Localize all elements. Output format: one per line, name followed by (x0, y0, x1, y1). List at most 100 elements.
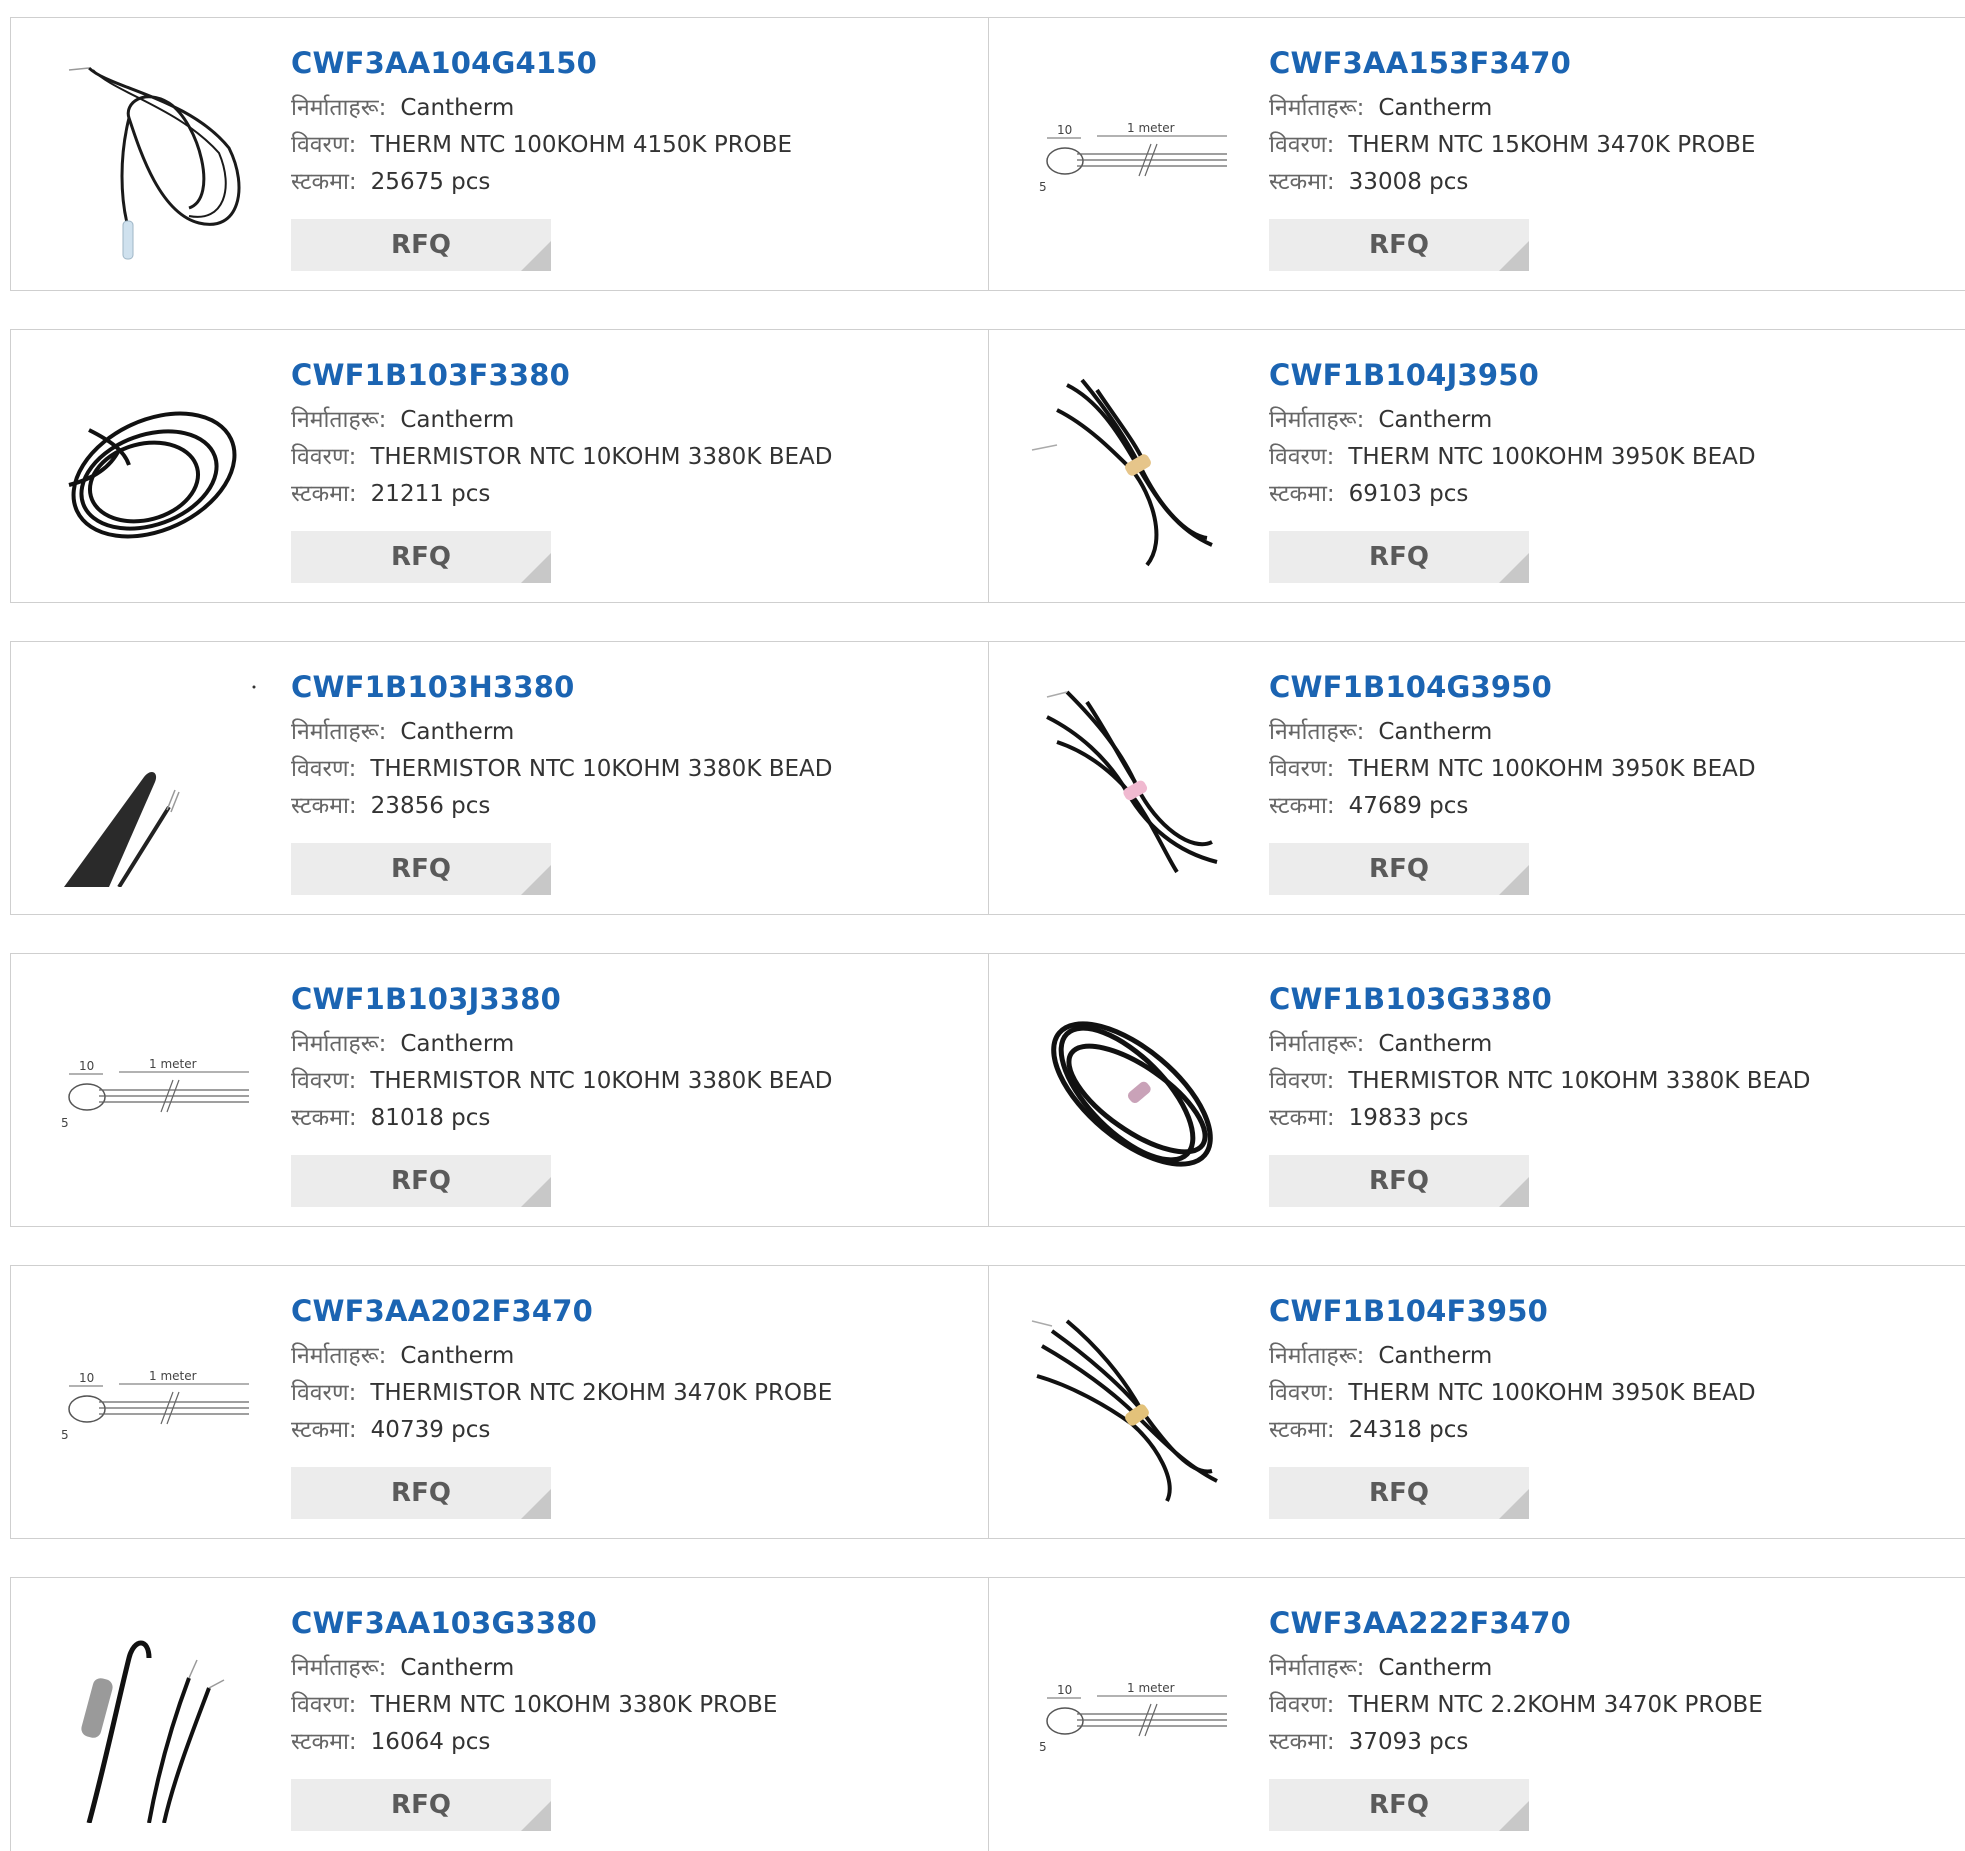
rfq-button[interactable]: RFQ (1269, 1467, 1529, 1519)
part-number-link[interactable]: CWF1B104F3950 (1269, 1294, 1756, 1328)
stock-value: 16064 pcs (370, 1729, 491, 1755)
part-number-link[interactable]: CWF1B104G3950 (1269, 670, 1756, 704)
product-image[interactable]: 10 1 meter 5 (1027, 1618, 1237, 1823)
stock-row: स्टकमा: 21211 pcs (291, 476, 832, 513)
part-number-link[interactable]: CWF3AA103G3380 (291, 1606, 777, 1640)
manufacturer-row: निर्माताहरू: Cantherm (291, 1026, 832, 1063)
manufacturer-value: Cantherm (400, 1031, 515, 1057)
stock-label: स्टकमा: (291, 169, 357, 195)
corner-triangle-icon (1499, 1177, 1529, 1207)
stock-value: 33008 pcs (1348, 169, 1469, 195)
drawing-dim-len: 1 meter (149, 1057, 197, 1071)
drawing-dim-b: 5 (1039, 1740, 1047, 1754)
product-card: CWF1B104F3950 निर्माताहरू: Cantherm विवरण… (988, 1266, 1965, 1538)
product-image[interactable] (49, 370, 259, 575)
part-number-link[interactable]: CWF1B103G3380 (1269, 982, 1810, 1016)
product-card: CWF1B104G3950 निर्माताहरू: Cantherm विवरण… (988, 642, 1965, 914)
product-image[interactable] (1027, 1306, 1237, 1511)
stock-row: स्टकमा: 23856 pcs (291, 788, 832, 825)
description-row: विवरण: THERMISTOR NTC 10KOHM 3380K BEAD (291, 439, 832, 476)
description-value: THERM NTC 2.2KOHM 3470K PROBE (1348, 1692, 1763, 1718)
stock-row: स्टकमा: 24318 pcs (1269, 1412, 1756, 1449)
product-image[interactable] (49, 1618, 259, 1824)
manufacturer-value: Cantherm (1378, 719, 1493, 745)
product-image[interactable] (1027, 682, 1237, 887)
description-row: विवरण: THERMISTOR NTC 10KOHM 3380K BEAD (291, 1063, 832, 1100)
stock-row: स्टकमा: 33008 pcs (1269, 164, 1755, 201)
stock-label: स्टकमा: (291, 1417, 357, 1443)
product-grid: CWF3AA104G4150 निर्माताहरू: Cantherm विवर… (10, 17, 1965, 1851)
description-label: विवरण: (1269, 1068, 1335, 1094)
corner-triangle-icon (521, 1489, 551, 1519)
corner-triangle-icon (521, 241, 551, 271)
manufacturer-label: निर्माताहरू: (1269, 719, 1365, 745)
rfq-label: RFQ (1369, 230, 1429, 260)
rfq-button[interactable]: RFQ (291, 531, 551, 583)
stock-row: स्टकमा: 19833 pcs (1269, 1100, 1810, 1137)
part-number-link[interactable]: CWF3AA153F3470 (1269, 46, 1755, 80)
product-image[interactable]: 10 1 meter 5 (1027, 58, 1237, 263)
part-number-link[interactable]: CWF1B103J3380 (291, 982, 832, 1016)
rfq-button[interactable]: RFQ (291, 1155, 551, 1207)
rfq-button[interactable]: RFQ (291, 843, 551, 895)
part-number-link[interactable]: CWF3AA222F3470 (1269, 1606, 1763, 1640)
rfq-button[interactable]: RFQ (291, 1467, 551, 1519)
manufacturer-value: Cantherm (400, 1655, 515, 1681)
description-label: विवरण: (1269, 444, 1335, 470)
product-card: 10 1 meter 5 CWF3AA202F3470 निर्माताहरू:… (11, 1266, 988, 1538)
description-value: THERM NTC 10KOHM 3380K PROBE (370, 1692, 778, 1718)
description-label: विवरण: (291, 1068, 357, 1094)
product-image[interactable]: 10 1 meter 5 (49, 1306, 259, 1511)
description-value: THERM NTC 100KOHM 3950K BEAD (1348, 1380, 1756, 1406)
rfq-label: RFQ (391, 1790, 451, 1820)
part-number-link[interactable]: CWF3AA104G4150 (291, 46, 792, 80)
stock-label: स्टकमा: (291, 1729, 357, 1755)
rfq-button[interactable]: RFQ (1269, 1155, 1529, 1207)
description-row: विवरण: THERMISTOR NTC 10KOHM 3380K BEAD (1269, 1063, 1810, 1100)
stock-label: स्टकमा: (291, 1105, 357, 1131)
stock-label: स्टकमा: (1269, 481, 1335, 507)
part-number-link[interactable]: CWF1B103H3380 (291, 670, 832, 704)
product-image[interactable]: 10 1 meter 5 (49, 994, 259, 1199)
product-card: CWF1B103H3380 निर्माताहरू: Cantherm विवरण… (11, 642, 988, 914)
product-card: 10 1 meter 5 CWF1B103J3380 निर्माताहरू: C… (11, 954, 988, 1226)
corner-triangle-icon (521, 1801, 551, 1831)
description-value: THERM NTC 100KOHM 3950K BEAD (1348, 756, 1756, 782)
stock-label: स्टकमा: (291, 793, 357, 819)
product-info: CWF3AA222F3470 निर्माताहरू: Cantherm विवर… (1269, 1606, 1763, 1761)
drawing-dim-b: 5 (61, 1428, 69, 1442)
stock-value: 40739 pcs (370, 1417, 491, 1443)
rfq-label: RFQ (391, 542, 451, 572)
product-image[interactable] (1027, 370, 1237, 575)
part-number-link[interactable]: CWF1B104J3950 (1269, 358, 1756, 392)
part-number-link[interactable]: CWF3AA202F3470 (291, 1294, 832, 1328)
manufacturer-row: निर्माताहरू: Cantherm (1269, 402, 1756, 439)
stock-label: स्टकमा: (1269, 169, 1335, 195)
product-image[interactable] (49, 58, 259, 263)
manufacturer-label: निर्माताहरू: (1269, 407, 1365, 433)
description-label: विवरण: (1269, 132, 1335, 158)
manufacturer-value: Cantherm (1378, 407, 1493, 433)
rfq-button[interactable]: RFQ (1269, 1779, 1529, 1831)
description-label: विवरण: (1269, 1380, 1335, 1406)
rfq-button[interactable]: RFQ (1269, 843, 1529, 895)
part-number-link[interactable]: CWF1B103F3380 (291, 358, 832, 392)
product-image[interactable] (1027, 994, 1237, 1199)
stock-row: स्टकमा: 69103 pcs (1269, 476, 1756, 513)
product-info: CWF1B104G3950 निर्माताहरू: Cantherm विवरण… (1269, 670, 1756, 825)
rfq-button[interactable]: RFQ (291, 219, 551, 271)
rfq-button[interactable]: RFQ (1269, 531, 1529, 583)
rfq-button[interactable]: RFQ (291, 1779, 551, 1831)
rfq-button[interactable]: RFQ (1269, 219, 1529, 271)
corner-triangle-icon (1499, 1801, 1529, 1831)
drawing-dim-a: 10 (1057, 1683, 1072, 1697)
manufacturer-label: निर्माताहरू: (1269, 1031, 1365, 1057)
description-value: THERM NTC 100KOHM 3950K BEAD (1348, 444, 1756, 470)
stock-label: स्टकमा: (1269, 1105, 1335, 1131)
stock-label: स्टकमा: (1269, 1729, 1335, 1755)
product-info: CWF3AA103G3380 निर्माताहरू: Cantherm विवर… (291, 1606, 777, 1761)
description-value: THERMISTOR NTC 10KOHM 3380K BEAD (370, 1068, 833, 1094)
product-image[interactable] (49, 682, 259, 889)
stock-value: 69103 pcs (1348, 481, 1469, 507)
description-value: THERM NTC 15KOHM 3470K PROBE (1348, 132, 1756, 158)
